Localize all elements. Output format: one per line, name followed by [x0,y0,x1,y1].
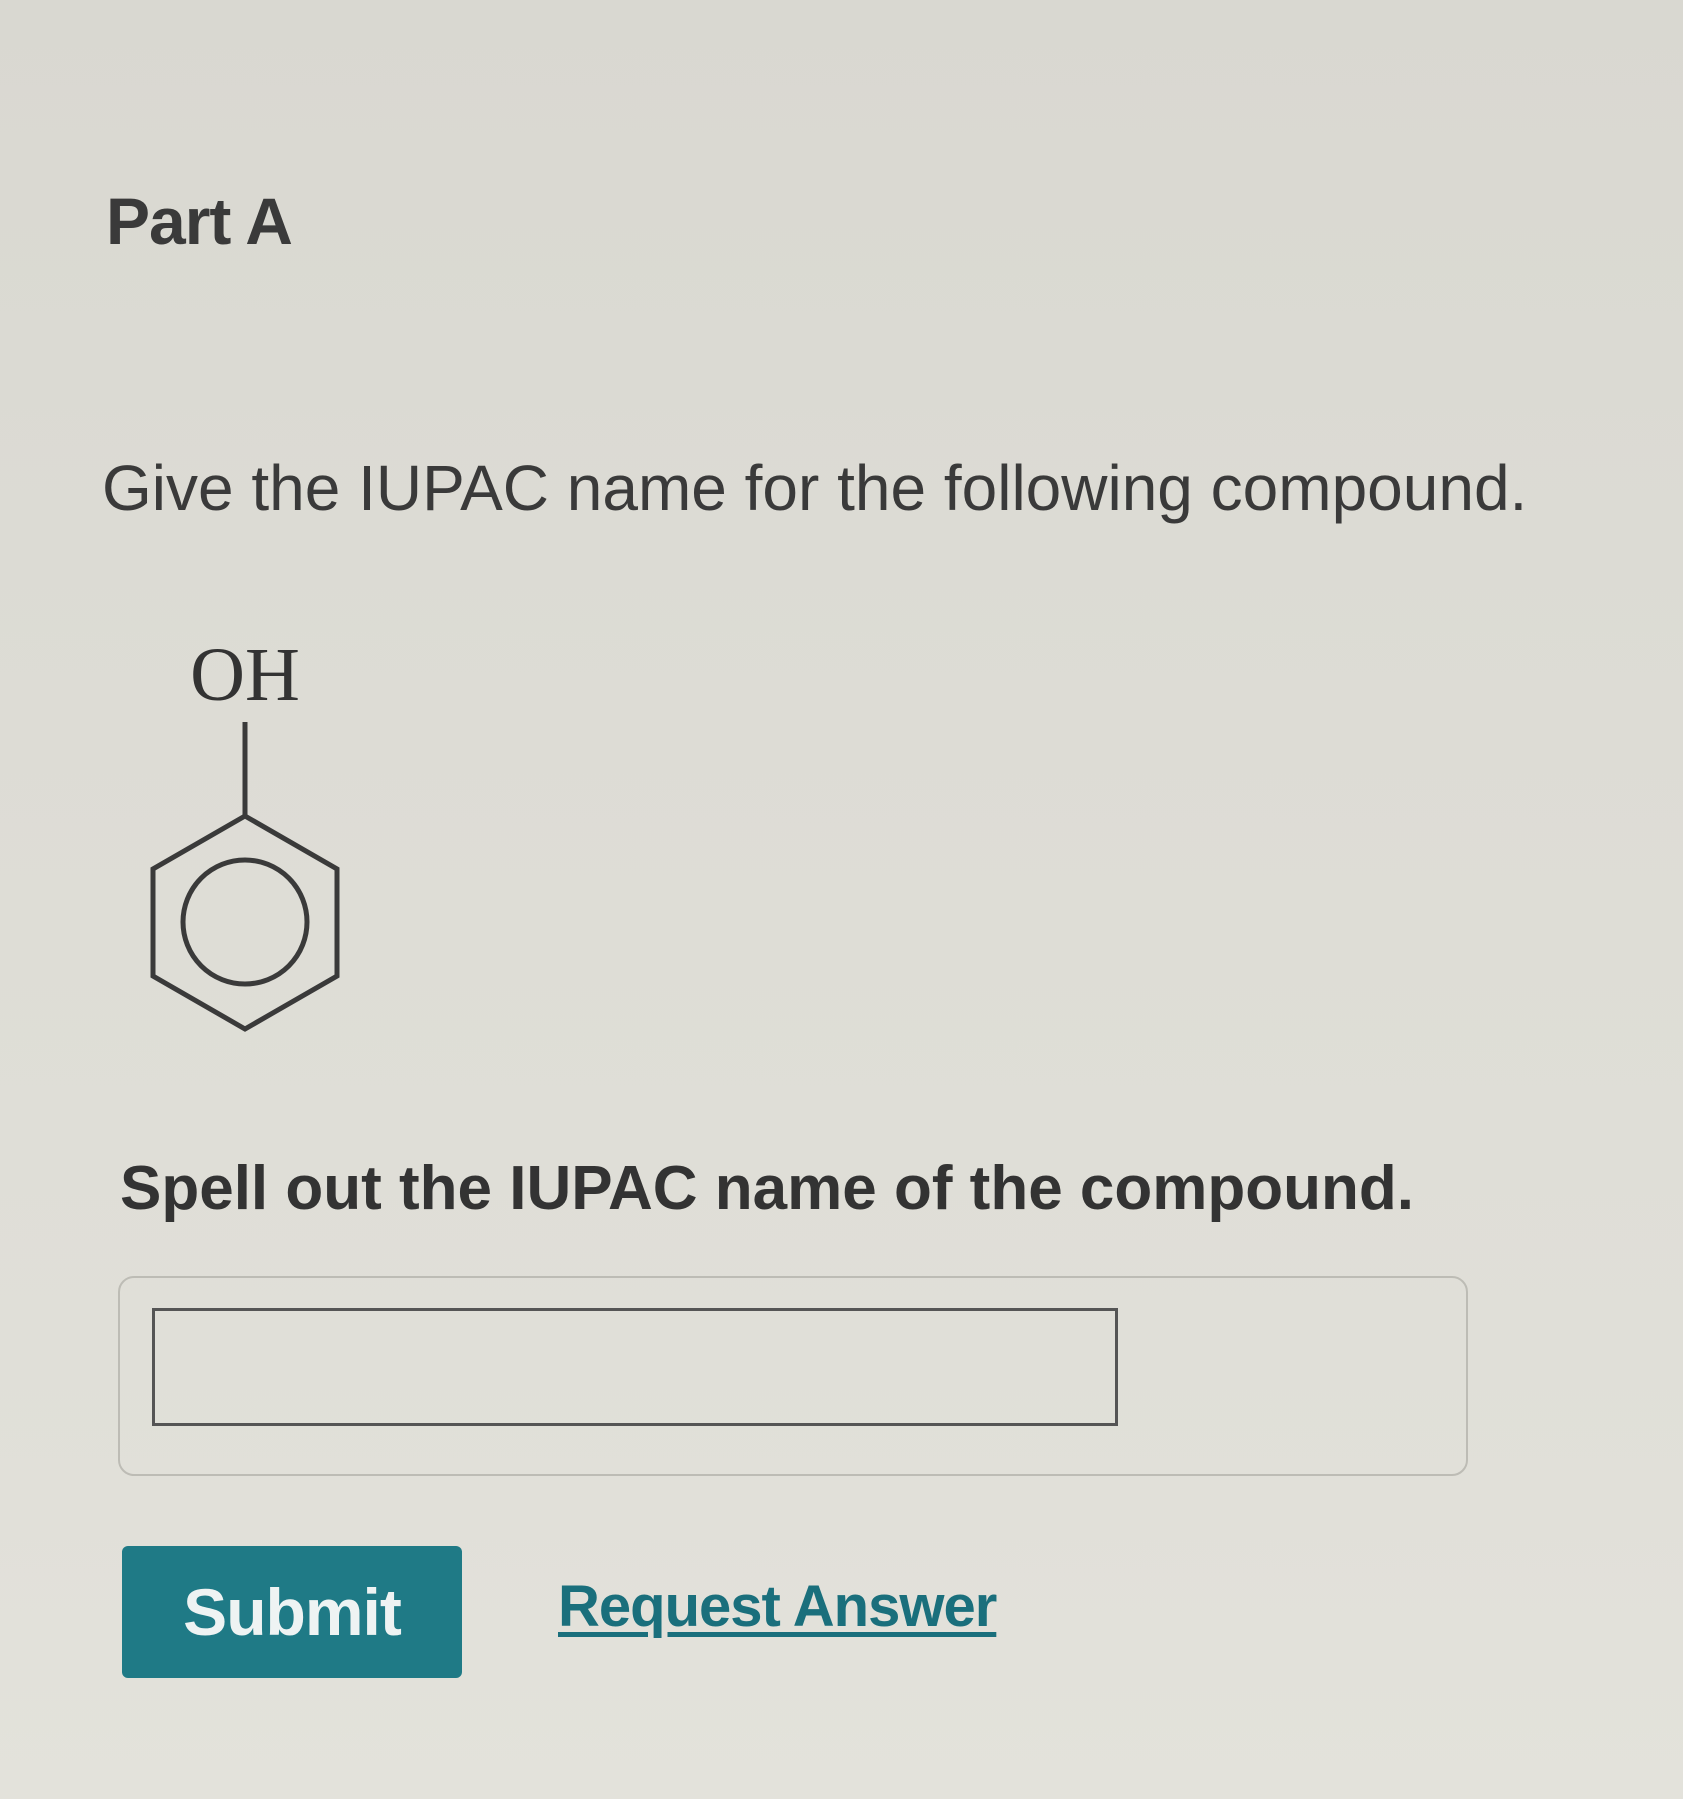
request-answer-link[interactable]: Request Answer [558,1578,997,1636]
question-prompt: Give the IUPAC name for the following co… [102,452,1528,524]
iupac-name-input[interactable] [152,1308,1118,1426]
aromatic-circle [180,857,310,987]
hydroxyl-label: OH [190,633,300,717]
answer-instruction: Spell out the IUPAC name of the compound… [120,1154,1414,1223]
part-title: Part A [106,184,293,258]
phenol-structure: OH [150,633,340,1032]
submit-button[interactable]: Submit [122,1546,462,1678]
